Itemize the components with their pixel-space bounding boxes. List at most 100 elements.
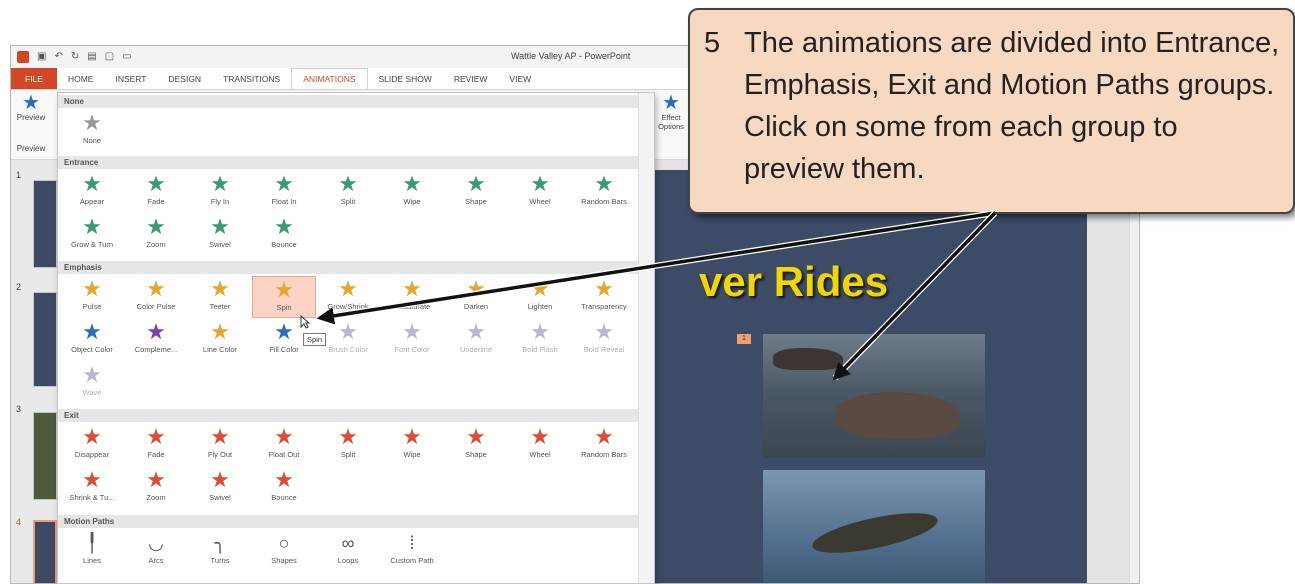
animation-motion-item[interactable]: ╿ Lines bbox=[60, 530, 124, 572]
animation-entrance-item[interactable]: ★ Bounce bbox=[252, 214, 316, 256]
current-slide[interactable]: ver Rides 1 bbox=[639, 170, 1087, 583]
animation-emphasis-item[interactable]: ★ Line Color bbox=[188, 319, 252, 361]
animation-entrance-item[interactable]: ★ Swivel bbox=[188, 214, 252, 256]
motion-path-icon: ○ bbox=[278, 533, 290, 553]
slide-thumbnail-selected[interactable] bbox=[33, 520, 57, 583]
animation-label: Bold Reveal bbox=[583, 345, 625, 354]
save-icon[interactable]: ▣ bbox=[37, 51, 46, 63]
star-icon: ★ bbox=[338, 276, 358, 301]
animation-emphasis-item[interactable]: ★ Underline bbox=[444, 319, 508, 361]
animation-exit-item[interactable]: ★ Disappear bbox=[60, 424, 124, 466]
animation-exit-item[interactable]: ★ Fly Out bbox=[188, 424, 252, 466]
tab-slide-show[interactable]: SLIDE SHOW bbox=[368, 68, 443, 89]
animation-label: Random Bars bbox=[581, 197, 627, 206]
animation-emphasis-item[interactable]: ★ Compleme... bbox=[124, 319, 188, 361]
animation-exit-item[interactable]: ★ Zoom bbox=[124, 467, 188, 509]
vertical-scrollbar[interactable] bbox=[1129, 160, 1139, 583]
slide-thumbnail[interactable] bbox=[33, 412, 57, 500]
animation-label: Fill Color bbox=[269, 345, 299, 354]
tab-design[interactable]: DESIGN bbox=[157, 68, 212, 89]
crocodile-photo[interactable] bbox=[763, 470, 985, 583]
animation-entrance-item[interactable]: ★ Fly In bbox=[188, 171, 252, 213]
tab-home[interactable]: HOME bbox=[57, 68, 105, 89]
animation-emphasis-item[interactable]: ★ Teeter bbox=[188, 276, 252, 318]
animation-exit-item[interactable]: ★ Fade bbox=[124, 424, 188, 466]
animation-motion-item[interactable]: ╮ Turns bbox=[188, 530, 252, 572]
animation-emphasis-item[interactable]: ★ Bold Reveal bbox=[572, 319, 636, 361]
redo-icon[interactable]: ↻ bbox=[71, 51, 79, 63]
screenshot-stage: ▣ ↶ ↻ ▤ ▢ ▭ Wattle Valley AP - PowerPoin… bbox=[0, 0, 1295, 584]
tab-view[interactable]: VIEW bbox=[498, 68, 542, 89]
thumb-number: 4 bbox=[16, 517, 22, 527]
animation-label: Teeter bbox=[209, 302, 231, 311]
animation-exit-item[interactable]: ★ Wipe bbox=[380, 424, 444, 466]
animation-emphasis-item[interactable]: ★ Font Color bbox=[380, 319, 444, 361]
animation-entrance-item[interactable]: ★ Fade bbox=[124, 171, 188, 213]
animation-label: Swivel bbox=[209, 240, 231, 249]
animation-exit-item[interactable]: ★ Float Out bbox=[252, 424, 316, 466]
step-number: 5 bbox=[704, 27, 721, 59]
star-icon: ★ bbox=[594, 171, 614, 196]
animation-emphasis-item[interactable]: ★ Wave bbox=[60, 362, 124, 404]
animation-none[interactable]: ★ None bbox=[60, 110, 124, 152]
animation-emphasis-item[interactable]: ★ Transparency bbox=[572, 276, 636, 318]
animation-emphasis-item[interactable]: ★ Color Pulse bbox=[124, 276, 188, 318]
animation-label: Grow & Turn bbox=[70, 240, 114, 249]
animation-motion-item[interactable]: ∞ Loops bbox=[316, 530, 380, 572]
animation-emphasis-item[interactable]: ★ Object Color bbox=[60, 319, 124, 361]
star-icon: ★ bbox=[146, 214, 166, 239]
animation-emphasis-item[interactable]: ★ Grow/Shrink bbox=[316, 276, 380, 318]
animation-motion-item[interactable]: ○ Shapes bbox=[252, 530, 316, 572]
animation-entrance-item[interactable]: ★ Shape bbox=[444, 171, 508, 213]
animation-exit-item[interactable]: ★ Split bbox=[316, 424, 380, 466]
animation-emphasis-item[interactable]: ★ Lighten bbox=[508, 276, 572, 318]
animation-exit-item[interactable]: ★ Shrink & Tu... bbox=[60, 467, 124, 509]
animation-label: Bounce bbox=[271, 240, 297, 249]
star-icon: ★ bbox=[530, 424, 550, 449]
animation-entrance-item[interactable]: ★ Split bbox=[316, 171, 380, 213]
animation-emphasis-item[interactable]: ★ Bold Flash bbox=[508, 319, 572, 361]
tab-file[interactable]: FILE bbox=[11, 68, 57, 89]
animation-motion-item[interactable]: ◡ Arcs bbox=[124, 530, 188, 572]
animation-emphasis-item[interactable]: ★ Spin bbox=[252, 276, 316, 318]
slide-thumbnail[interactable] bbox=[33, 180, 57, 268]
animation-motion-item[interactable]: ⁞ Custom Path bbox=[380, 530, 444, 572]
tab-transitions[interactable]: TRANSITIONS bbox=[212, 68, 291, 89]
animation-entrance-item[interactable]: ★ Wipe bbox=[380, 171, 444, 213]
animation-label: Wheel bbox=[529, 450, 551, 459]
tab-review[interactable]: REVIEW bbox=[443, 68, 499, 89]
animation-entrance-item[interactable]: ★ Zoom bbox=[124, 214, 188, 256]
animation-label: Color Pulse bbox=[136, 302, 176, 311]
hippo-photo[interactable] bbox=[763, 334, 985, 458]
slide-thumbnail[interactable] bbox=[33, 292, 57, 387]
star-icon: ★ bbox=[82, 467, 102, 492]
animation-entrance-item[interactable]: ★ Grow & Turn bbox=[60, 214, 124, 256]
undo-icon[interactable]: ↶ bbox=[54, 51, 62, 63]
gallery-scrollbar[interactable] bbox=[638, 93, 654, 583]
animation-exit-item[interactable]: ★ Shape bbox=[444, 424, 508, 466]
tab-insert[interactable]: INSERT bbox=[104, 68, 157, 89]
slide-thumbnails: 1 2 3 4 bbox=[11, 160, 59, 583]
preview-button[interactable]: ★ Preview bbox=[13, 93, 49, 122]
animation-entrance-item[interactable]: ★ Float In bbox=[252, 171, 316, 213]
slideshow-icon[interactable]: ▤ bbox=[87, 51, 96, 63]
animation-emphasis-item[interactable]: ★ Desaturate bbox=[380, 276, 444, 318]
animation-exit-item[interactable]: ★ Swivel bbox=[188, 467, 252, 509]
animation-entrance-item[interactable]: ★ Random Bars bbox=[572, 171, 636, 213]
animation-entrance-item[interactable]: ★ Wheel bbox=[508, 171, 572, 213]
star-icon: ★ bbox=[146, 424, 166, 449]
animation-label: Compleme... bbox=[134, 345, 178, 354]
slide-title[interactable]: ver Rides bbox=[699, 258, 888, 306]
animation-exit-item[interactable]: ★ Wheel bbox=[508, 424, 572, 466]
mouse-pointer-icon bbox=[300, 315, 310, 329]
tab-animations[interactable]: ANIMATIONS bbox=[291, 68, 368, 89]
animation-emphasis-item[interactable]: ★ Pulse bbox=[60, 276, 124, 318]
effect-options-button[interactable]: ★ Effect Options bbox=[651, 93, 691, 131]
animation-entrance-item[interactable]: ★ Appear bbox=[60, 171, 124, 213]
open-icon[interactable]: ▭ bbox=[122, 51, 131, 63]
animation-emphasis-item[interactable]: ★ Darken bbox=[444, 276, 508, 318]
animation-label: Fly Out bbox=[207, 450, 233, 459]
animation-exit-item[interactable]: ★ Bounce bbox=[252, 467, 316, 509]
new-icon[interactable]: ▢ bbox=[105, 51, 114, 63]
animation-exit-item[interactable]: ★ Random Bars bbox=[572, 424, 636, 466]
